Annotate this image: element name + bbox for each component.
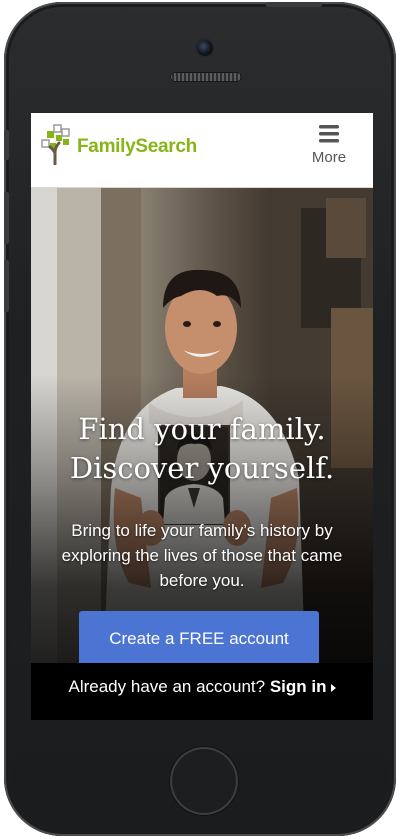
family-tree-logo-icon [41, 124, 70, 165]
mute-switch [4, 130, 9, 160]
headline-line-1: Find your family. [78, 412, 326, 446]
create-account-button[interactable]: Create a FREE account [79, 611, 319, 667]
signin-bar: Already have an account? Sign in [31, 663, 373, 720]
site-header: FamilySearch More [31, 113, 373, 188]
familysearch-logo[interactable]: FamilySearch [41, 123, 197, 165]
hero-subtext: Bring to life your family’s history by e… [61, 521, 343, 590]
earpiece-speaker [170, 72, 242, 82]
volume-up-button [4, 192, 9, 244]
hero-headline: Find your family. Discover yourself. [31, 410, 373, 488]
phone-screen: FamilySearch More Find your family. Disc… [31, 113, 373, 720]
caret-right-icon [330, 683, 336, 692]
signin-prompt: Already have an account? [68, 677, 266, 696]
more-menu-button[interactable]: More [307, 123, 351, 173]
volume-down-button [4, 260, 9, 312]
signin-link[interactable]: Sign in [270, 677, 336, 696]
more-menu-label: More [311, 149, 347, 166]
headline-line-2: Discover yourself. [69, 451, 335, 485]
front-camera [197, 40, 213, 56]
home-button[interactable] [170, 747, 238, 815]
hamburger-icon [319, 125, 339, 143]
signin-link-label: Sign in [269, 677, 327, 696]
power-button [266, 2, 322, 7]
logo-wordmark: FamilySearch [77, 136, 197, 157]
